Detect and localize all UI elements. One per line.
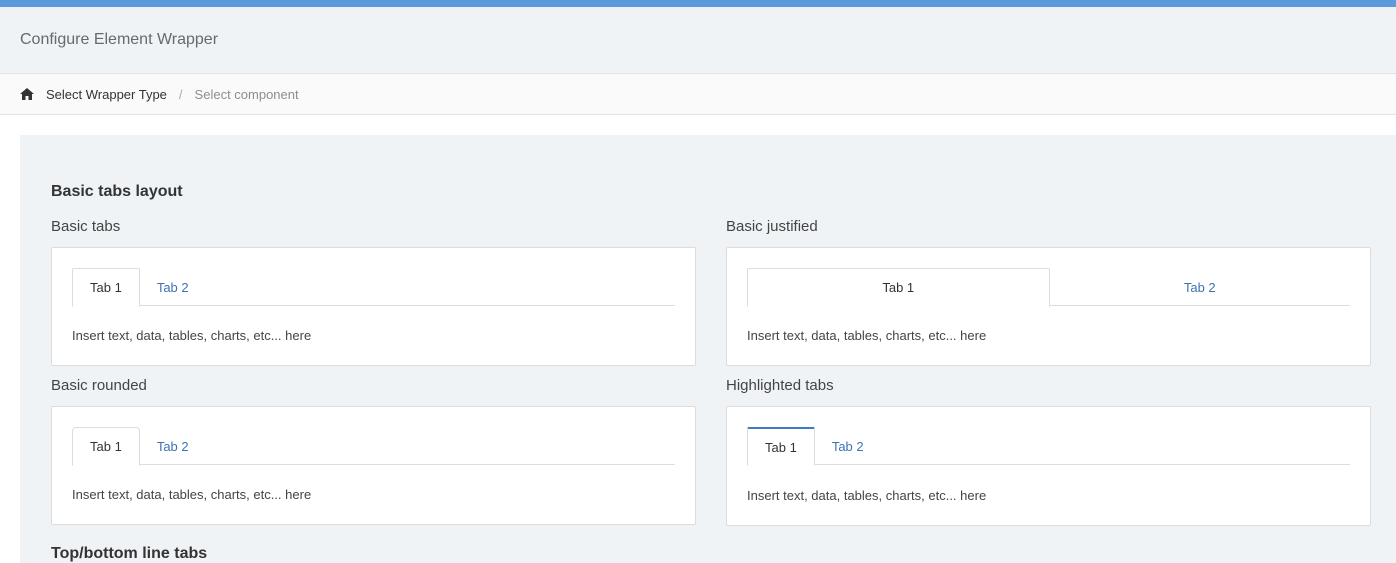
top-accent-bar bbox=[0, 0, 1396, 7]
panel-basic-justified: Tab 1 Tab 2 Insert text, data, tables, c… bbox=[726, 247, 1371, 366]
page-title: Configure Element Wrapper bbox=[20, 31, 219, 48]
tab-bar: Tab 1 Tab 2 bbox=[72, 268, 675, 307]
tab-2[interactable]: Tab 2 bbox=[815, 427, 881, 465]
tab-content: Insert text, data, tables, charts, etc..… bbox=[747, 328, 987, 343]
tab-content: Insert text, data, tables, charts, etc..… bbox=[747, 488, 987, 503]
tab-2[interactable]: Tab 2 bbox=[140, 427, 206, 465]
tab-1[interactable]: Tab 1 bbox=[747, 427, 815, 466]
breadcrumb: Select Wrapper Type / Select component bbox=[0, 74, 1396, 115]
panel-basic-rounded: Tab 1 Tab 2 Insert text, data, tables, c… bbox=[51, 406, 696, 525]
tab-content: Insert text, data, tables, charts, etc..… bbox=[72, 328, 312, 343]
content-area: Basic tabs layout Basic tabs Tab 1 Tab 2… bbox=[20, 135, 1396, 563]
panel-label-basic-justified: Basic justified bbox=[726, 218, 818, 235]
page-header: Configure Element Wrapper bbox=[0, 7, 1396, 74]
breadcrumb-item-current: Select component bbox=[194, 86, 299, 102]
home-icon[interactable] bbox=[20, 88, 34, 100]
tab-1[interactable]: Tab 1 bbox=[72, 268, 140, 307]
panel-label-basic-tabs: Basic tabs bbox=[51, 218, 121, 235]
panel-basic-tabs: Tab 1 Tab 2 Insert text, data, tables, c… bbox=[51, 247, 696, 366]
tab-bar: Tab 1 Tab 2 bbox=[747, 427, 1350, 466]
panel-highlighted-tabs: Tab 1 Tab 2 Insert text, data, tables, c… bbox=[726, 406, 1371, 526]
tab-1[interactable]: Tab 1 bbox=[72, 427, 140, 466]
section-title-basic-tabs-layout: Basic tabs layout bbox=[51, 183, 183, 200]
section-title-top-bottom-line-tabs: Top/bottom line tabs bbox=[51, 545, 208, 562]
tab-2[interactable]: Tab 2 bbox=[140, 268, 206, 306]
tab-bar: Tab 1 Tab 2 bbox=[747, 268, 1351, 307]
panel-label-basic-rounded: Basic rounded bbox=[51, 377, 147, 394]
panel-label-highlighted-tabs: Highlighted tabs bbox=[726, 377, 834, 394]
breadcrumb-separator: / bbox=[178, 86, 183, 102]
breadcrumb-item-wrapper-type[interactable]: Select Wrapper Type bbox=[46, 87, 167, 102]
tab-content: Insert text, data, tables, charts, etc..… bbox=[72, 487, 312, 502]
tab-2[interactable]: Tab 2 bbox=[1050, 268, 1351, 306]
tab-1[interactable]: Tab 1 bbox=[747, 268, 1050, 307]
tab-bar: Tab 1 Tab 2 bbox=[72, 427, 675, 466]
